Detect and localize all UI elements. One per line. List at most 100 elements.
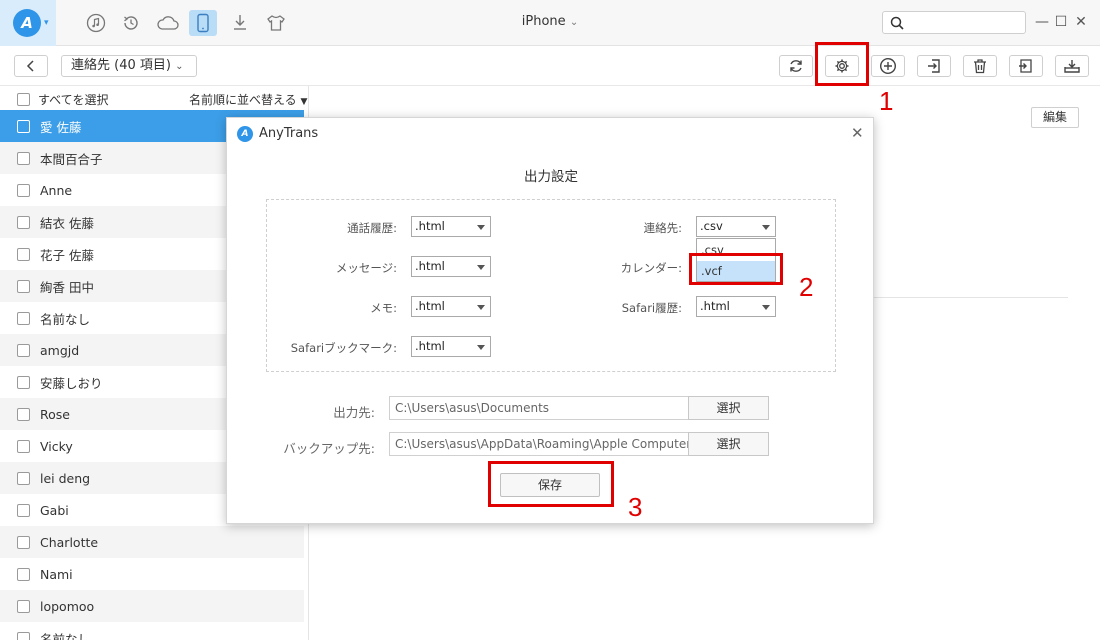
contacts-format-select[interactable]: .csv	[696, 216, 776, 237]
search-input[interactable]	[882, 11, 1026, 34]
choose-backup-button[interactable]: 選択	[688, 432, 769, 456]
back-button[interactable]	[14, 55, 48, 77]
device-selector[interactable]: iPhone ⌄	[500, 14, 600, 29]
list-item[interactable]: lopomoo	[0, 590, 304, 622]
safari-history-format-select[interactable]: .html	[696, 296, 776, 317]
caret-down-icon	[477, 305, 485, 310]
anytrans-logo-icon: A	[13, 9, 41, 37]
contact-name: 名前なし	[40, 631, 91, 640]
phone-icon[interactable]	[189, 10, 217, 36]
export-to-pc-button[interactable]	[917, 55, 951, 77]
checkbox[interactable]	[17, 215, 30, 229]
safari-bookmarks-format-value: .html	[415, 339, 445, 353]
transfer-to-device-button[interactable]	[1055, 55, 1089, 77]
contacts-label: 連絡先:	[643, 221, 682, 235]
caret-down-icon	[477, 225, 485, 230]
download-icon[interactable]	[226, 10, 254, 36]
contact-name: Anne	[40, 182, 73, 198]
music-icon[interactable]	[82, 10, 110, 36]
notes-format-select[interactable]: .html	[411, 296, 491, 317]
checkbox[interactable]	[17, 183, 30, 197]
maximize-icon[interactable]: ☐	[1053, 14, 1069, 30]
choose-output-button[interactable]: 選択	[688, 396, 769, 420]
contact-name: Gabi	[40, 502, 69, 518]
cloud-icon[interactable]	[154, 10, 182, 36]
close-icon[interactable]: ✕	[851, 124, 864, 142]
close-icon[interactable]: ✕	[1073, 14, 1089, 30]
backup-path-field[interactable]: C:\Users\asus\AppData\Roaming\Apple Comp…	[389, 432, 689, 456]
export-icon	[928, 59, 940, 73]
contact-name: 絢香 田中	[40, 279, 94, 295]
anytrans-logo-icon: A	[237, 126, 253, 142]
step-marker-3: 3	[628, 492, 643, 522]
contact-name: 結衣 佐藤	[40, 215, 94, 231]
history-icon[interactable]	[117, 10, 145, 36]
checkbox[interactable]	[17, 631, 30, 640]
contact-name: Charlotte	[40, 534, 99, 550]
contact-name: 花子 佐藤	[40, 247, 94, 263]
category-dropdown[interactable]: 連絡先 (40 項目) ⌄	[61, 55, 197, 77]
add-button[interactable]	[871, 55, 905, 77]
import-icon	[1019, 59, 1032, 73]
tshirt-icon[interactable]	[262, 10, 290, 36]
checkbox[interactable]	[17, 439, 30, 453]
checkbox[interactable]	[17, 93, 30, 106]
checkbox[interactable]	[17, 599, 30, 613]
caret-down-icon	[762, 305, 770, 310]
step-marker-1: 1	[879, 86, 894, 116]
messages-label: メッセージ:	[335, 261, 397, 275]
contact-name: 本間百合子	[40, 151, 103, 167]
checkbox[interactable]	[17, 567, 30, 581]
checkbox[interactable]	[17, 407, 30, 421]
select-all-checkbox[interactable]: すべてを選択	[17, 91, 108, 108]
contact-name: 名前なし	[40, 311, 91, 327]
call-history-label: 通話履歴:	[347, 221, 397, 235]
category-label: 連絡先 (40 項目)	[71, 58, 171, 73]
output-path-field[interactable]: C:\Users\asus\Documents	[389, 396, 689, 420]
list-header: すべてを選択 名前順に並べ替える ▼	[0, 86, 308, 110]
checkbox[interactable]	[17, 247, 30, 261]
notes-label: メモ:	[370, 301, 397, 315]
import-button[interactable]	[1009, 55, 1043, 77]
contact-name: Vicky	[40, 438, 73, 454]
divider	[872, 297, 1068, 298]
list-item[interactable]: 名前なし	[0, 622, 304, 640]
checkbox[interactable]	[17, 375, 30, 389]
caret-down-icon	[477, 345, 485, 350]
checkbox[interactable]	[17, 503, 30, 517]
highlight-box-save	[488, 461, 614, 507]
highlight-box-settings	[815, 42, 869, 86]
chevron-left-icon	[26, 60, 34, 72]
app-menu[interactable]: A ▾	[0, 0, 56, 46]
contact-name: lopomoo	[40, 598, 95, 614]
device-title: iPhone	[521, 14, 566, 29]
caret-down-icon: ▼	[300, 97, 308, 107]
checkbox[interactable]	[17, 279, 30, 293]
safari-bookmarks-format-select[interactable]: .html	[411, 336, 491, 357]
messages-format-value: .html	[415, 259, 445, 273]
messages-format-select[interactable]: .html	[411, 256, 491, 277]
sort-dropdown[interactable]: 名前順に並べ替える ▼	[189, 91, 307, 108]
minimize-icon[interactable]: —	[1034, 14, 1050, 30]
contacts-format-value: .csv	[700, 219, 723, 233]
list-item[interactable]: Nami	[0, 558, 304, 590]
checkbox[interactable]	[17, 471, 30, 485]
chevron-down-icon: ▾	[44, 18, 49, 28]
edit-button[interactable]: 編集	[1031, 107, 1079, 128]
search-icon	[890, 16, 904, 30]
checkbox[interactable]	[17, 343, 30, 357]
refresh-button[interactable]	[779, 55, 813, 77]
call-history-format-select[interactable]: .html	[411, 216, 491, 237]
dialog-title: AnyTrans	[259, 126, 319, 141]
delete-button[interactable]	[963, 55, 997, 77]
checkbox[interactable]	[17, 535, 30, 549]
calendar-label: カレンダー:	[620, 261, 682, 275]
chevron-down-icon: ⌄	[569, 17, 579, 28]
checkbox[interactable]	[17, 311, 30, 325]
list-item[interactable]: Charlotte	[0, 526, 304, 558]
content-toolbar: 連絡先 (40 項目) ⌄	[0, 46, 1100, 86]
call-history-format-value: .html	[415, 219, 445, 233]
checkbox[interactable]	[17, 151, 30, 165]
trash-icon	[974, 59, 986, 74]
checkbox[interactable]	[17, 119, 30, 133]
